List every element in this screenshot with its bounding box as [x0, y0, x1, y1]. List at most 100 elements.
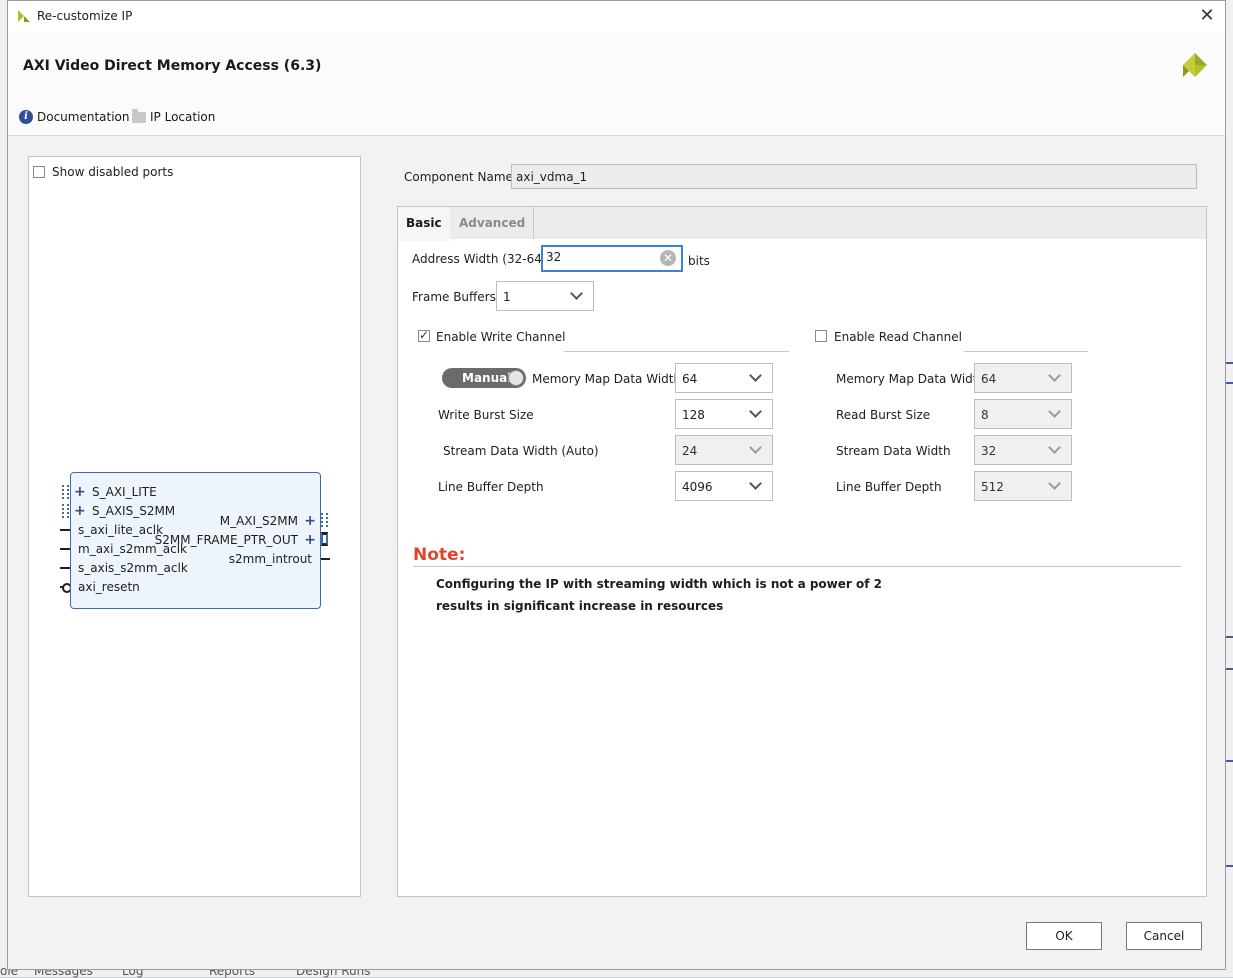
component-name-field[interactable]: axi_vdma_1 — [511, 164, 1197, 189]
tab-basic[interactable]: Basic — [398, 207, 450, 241]
enable-read-channel-checkbox[interactable] — [815, 330, 827, 342]
bus-interface-icon — [321, 513, 328, 527]
ip-block-symbol[interactable]: + S_AXI_LITE + S_AXIS_S2MM s_axi_lite_ac… — [70, 472, 321, 609]
port-label: S2MM_FRAME_PTR_OUT — [154, 533, 298, 547]
write-mm-data-width-select[interactable]: 64 — [675, 363, 773, 393]
port-label: S_AXIS_S2MM — [92, 504, 176, 518]
ip-symbol-panel: Show disabled ports + S_AXI_LITE + S_AXI… — [28, 156, 361, 897]
port-label: s_axis_s2mm_aclk — [78, 561, 188, 575]
documentation-link[interactable]: i Documentation — [19, 110, 130, 124]
cancel-button[interactable]: Cancel — [1126, 922, 1202, 950]
chevron-down-icon — [1048, 369, 1061, 382]
folder-icon — [132, 108, 146, 123]
port-pin — [60, 567, 70, 569]
expand-plus-icon[interactable]: + — [74, 485, 86, 499]
write-burst-size-select[interactable]: 128 — [675, 399, 773, 429]
port-label: s2mm_introut — [228, 552, 312, 566]
chevron-down-icon — [749, 477, 762, 490]
bus-interface-icon — [62, 485, 69, 499]
note-text-line-1: Configuring the IP with streaming width … — [436, 577, 882, 591]
chevron-down-icon — [749, 441, 762, 454]
clear-icon[interactable]: ✕ — [660, 250, 676, 266]
show-disabled-ports-label: Show disabled ports — [52, 165, 174, 179]
write-line-buffer-select[interactable]: 4096 — [675, 471, 773, 501]
component-name-label: Component Name — [404, 170, 513, 184]
frame-buffers-select[interactable]: 1 — [496, 281, 594, 311]
tab-strip: Basic Advanced — [398, 207, 1206, 241]
background-wire — [1226, 865, 1233, 867]
enable-write-channel-checkbox[interactable] — [418, 328, 430, 342]
background-wire — [1226, 668, 1233, 670]
ip-title: AXI Video Direct Memory Access (6.3) — [23, 58, 322, 74]
info-icon: i — [19, 110, 33, 124]
expand-plus-icon[interactable]: + — [304, 514, 316, 528]
background-app-left-edge — [0, 0, 7, 977]
note-title: Note: — [413, 545, 466, 565]
read-line-buffer-select: 512 — [974, 471, 1072, 501]
read-stream-width-label: Stream Data Width — [836, 444, 951, 458]
read-burst-size-select: 8 — [974, 399, 1072, 429]
expand-plus-icon[interactable]: + — [74, 504, 86, 518]
show-disabled-ports-checkbox[interactable] — [33, 166, 45, 178]
write-channel-divider — [564, 351, 789, 352]
chevron-down-icon — [1048, 477, 1061, 490]
address-width-unit: bits — [688, 254, 710, 268]
port-label: S_AXI_LITE — [92, 485, 157, 499]
port-pin — [321, 558, 330, 560]
write-burst-size-value: 128 — [682, 408, 705, 422]
read-mm-data-width-label: Memory Map Data Width — [836, 372, 986, 386]
read-channel-divider — [964, 351, 1088, 352]
write-mm-data-width-value: 64 — [682, 372, 698, 386]
chevron-down-icon — [1048, 405, 1061, 418]
read-stream-width-value: 32 — [981, 444, 997, 458]
dialog-header: AXI Video Direct Memory Access (6.3) — [8, 33, 1225, 101]
read-line-buffer-label: Line Buffer Depth — [836, 480, 942, 494]
tab-advanced[interactable]: Advanced — [451, 207, 535, 239]
manual-toggle[interactable]: Manual — [442, 368, 526, 388]
link-bar: i Documentation IP Location — [8, 101, 1225, 136]
recustomize-ip-dialog: Re-customize IP ✕ AXI Video Direct Memor… — [7, 0, 1226, 970]
title-bar: Re-customize IP ✕ — [8, 1, 1225, 33]
enable-read-channel-label: Enable Read Channel — [834, 330, 962, 344]
write-line-buffer-value: 4096 — [682, 480, 713, 494]
port-label: s_axi_lite_aclk — [78, 523, 164, 537]
close-icon[interactable]: ✕ — [1197, 6, 1217, 26]
background-wire — [1226, 362, 1233, 364]
chevron-down-icon — [749, 369, 762, 382]
read-mm-data-width-select: 64 — [974, 363, 1072, 393]
port-pin — [60, 529, 70, 531]
expand-plus-icon[interactable]: + — [304, 533, 316, 547]
write-line-buffer-label: Line Buffer Depth — [438, 480, 544, 494]
config-tab-panel: Basic Advanced Address Width (32-64) 32 … — [397, 206, 1207, 897]
bus-interface-icon — [321, 532, 328, 546]
port-pin — [60, 548, 70, 550]
chevron-down-icon — [1048, 441, 1061, 454]
read-burst-size-value: 8 — [981, 408, 989, 422]
background-app-right-edge — [1226, 0, 1233, 977]
read-burst-size-label: Read Burst Size — [836, 408, 931, 422]
write-stream-width-select: 24 — [675, 435, 773, 465]
window-title: Re-customize IP — [37, 9, 133, 23]
ok-button[interactable]: OK — [1026, 922, 1102, 950]
address-width-label: Address Width (32-64) — [412, 252, 547, 266]
write-stream-width-value: 24 — [682, 444, 698, 458]
background-wire — [1226, 760, 1233, 762]
xilinx-logo-icon — [1183, 53, 1207, 77]
note-text-line-2: results in significant increase in resou… — [436, 599, 724, 613]
frame-buffers-value: 1 — [503, 290, 511, 304]
write-stream-width-label: Stream Data Width (Auto) — [443, 444, 599, 458]
port-label: M_AXI_S2MM — [219, 514, 298, 528]
port-label: axi_resetn — [78, 580, 140, 594]
read-stream-width-select: 32 — [974, 435, 1072, 465]
documentation-label: Documentation — [37, 110, 130, 124]
ip-location-link[interactable]: IP Location — [132, 108, 215, 124]
note-divider — [413, 566, 1181, 567]
chevron-down-icon — [570, 287, 583, 300]
frame-buffers-label: Frame Buffers — [412, 290, 496, 304]
manual-toggle-label: Manual — [462, 371, 512, 385]
enable-write-channel-label: Enable Write Channel — [436, 330, 566, 344]
chevron-down-icon — [749, 405, 762, 418]
write-mm-data-width-label: Memory Map Data Width — [532, 372, 682, 386]
write-burst-size-label: Write Burst Size — [438, 408, 534, 422]
read-mm-data-width-value: 64 — [981, 372, 997, 386]
